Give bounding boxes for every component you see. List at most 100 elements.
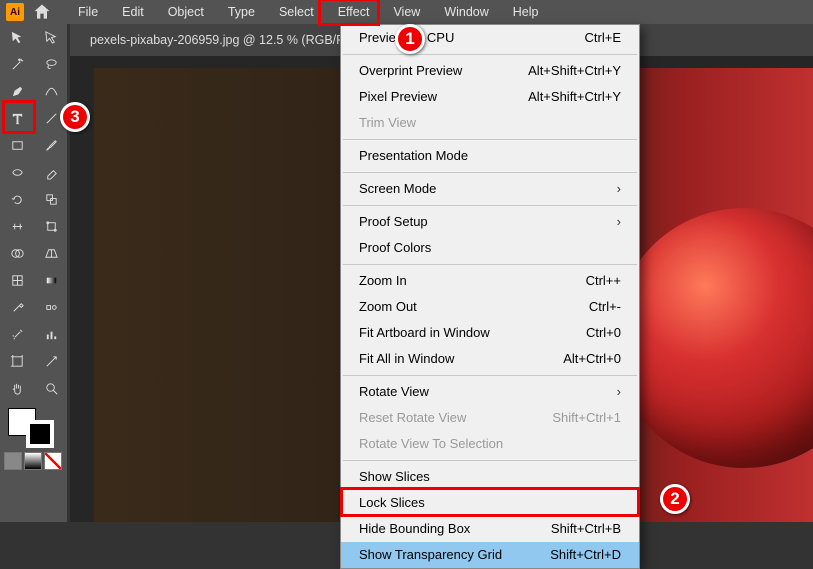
menu-item-zoom-out[interactable]: Zoom Out Ctrl+- [341,294,639,320]
menu-item-show-transparency-grid[interactable]: Show Transparency Grid Shift+Ctrl+D [341,542,639,568]
menu-item-proof-colors[interactable]: Proof Colors [341,235,639,261]
mode-color[interactable] [4,452,22,470]
annotation-box-3 [2,100,36,134]
menu-item-shortcut: Ctrl+E [585,29,621,47]
menu-separator [343,54,637,55]
menu-bar: File Edit Object Type Select Effect View… [66,0,551,24]
menu-item-reset-rotate-view: Reset Rotate View Shift+Ctrl+1 [341,405,639,431]
tool-symbol-sprayer[interactable] [0,321,34,348]
menu-item-shortcut: Ctrl+- [589,298,621,316]
tool-gradient[interactable] [34,267,68,294]
menu-select[interactable]: Select [267,1,326,23]
tool-artboard[interactable] [0,348,34,375]
menu-item-label: Show Slices [359,468,430,486]
menu-item-shortcut: Ctrl+0 [586,324,621,342]
tool-free-transform[interactable] [34,213,68,240]
menu-item-shortcut: Shift+Ctrl+B [551,520,621,538]
menu-item-label: Hide Bounding Box [359,520,470,538]
menu-item-presentation-mode[interactable]: Presentation Mode [341,143,639,169]
document-tab[interactable]: pexels-pixabay-206959.jpg @ 12.5 % (RGB/… [80,27,372,53]
tool-mesh[interactable] [0,267,34,294]
tool-paintbrush[interactable] [34,132,68,159]
tool-panel [0,24,68,522]
menu-help[interactable]: Help [501,1,551,23]
menu-item-proof-setup[interactable]: Proof Setup [341,209,639,235]
menu-item-rotate-view[interactable]: Rotate View [341,379,639,405]
menu-separator [343,139,637,140]
tool-scale[interactable] [34,186,68,213]
tool-shaper[interactable] [0,159,34,186]
menu-item-label: Fit All in Window [359,350,454,368]
tool-shape-builder[interactable] [0,240,34,267]
tool-magic-wand[interactable] [0,51,34,78]
menu-item-preview-on-cpu[interactable]: Preview on CPUCtrl+E [341,25,639,51]
tool-direct-selection[interactable] [34,24,68,51]
menu-type[interactable]: Type [216,1,267,23]
annotation-badge-2: 2 [660,484,690,514]
annotation-badge-1: 1 [395,24,425,54]
menu-item-label: Show Transparency Grid [359,546,502,564]
stroke-swatch[interactable] [26,420,54,448]
tool-eyedropper[interactable] [0,294,34,321]
apple-graphic [614,208,813,468]
menu-item-label: Overprint Preview [359,62,462,80]
tool-slice[interactable] [34,348,68,375]
menu-view[interactable]: View [381,1,432,23]
menu-edit[interactable]: Edit [110,1,156,23]
tool-eraser[interactable] [34,159,68,186]
menu-item-label: Reset Rotate View [359,409,466,427]
menu-item-shortcut: Alt+Shift+Ctrl+Y [528,62,621,80]
menu-item-label: Pixel Preview [359,88,437,106]
menu-item-fit-all-in-window[interactable]: Fit All in Window Alt+Ctrl+0 [341,346,639,372]
menu-item-fit-artboard-in-window[interactable]: Fit Artboard in WindowCtrl+0 [341,320,639,346]
menu-item-pixel-preview[interactable]: Pixel Preview Alt+Shift+Ctrl+Y [341,84,639,110]
annotation-box-1 [318,0,380,26]
menu-item-overprint-preview[interactable]: Overprint Preview Alt+Shift+Ctrl+Y [341,58,639,84]
tool-hand[interactable] [0,375,34,402]
tool-selection[interactable] [0,24,34,51]
menu-item-shortcut: Alt+Shift+Ctrl+Y [528,88,621,106]
tool-perspective[interactable] [34,240,68,267]
fill-stroke-swatch[interactable] [0,402,68,450]
mode-gradient[interactable] [24,452,42,470]
menu-item-rotate-view-to-selection: Rotate View To Selection [341,431,639,457]
title-bar: Ai File Edit Object Type Select Effect V… [0,0,813,24]
tool-zoom[interactable] [34,375,68,402]
menu-item-shortcut: Shift+Ctrl+1 [552,409,621,427]
annotation-box-2 [340,487,640,517]
app-logo: Ai [6,3,24,21]
menu-item-screen-mode[interactable]: Screen Mode [341,176,639,202]
tool-column-graph[interactable] [34,321,68,348]
menu-separator [343,172,637,173]
tool-curvature[interactable] [34,78,68,105]
tool-lasso[interactable] [34,51,68,78]
menu-item-label: Presentation Mode [359,147,468,165]
menu-window[interactable]: Window [432,1,500,23]
mode-none[interactable] [44,452,62,470]
menu-item-label: Screen Mode [359,180,436,198]
menu-item-label: Proof Colors [359,239,431,257]
menu-item-label: Zoom Out [359,298,417,316]
menu-item-zoom-in[interactable]: Zoom In Ctrl++ [341,268,639,294]
menu-item-label: Proof Setup [359,213,428,231]
menu-object[interactable]: Object [156,1,216,23]
tool-blend[interactable] [34,294,68,321]
menu-item-hide-bounding-box[interactable]: Hide Bounding Box Shift+Ctrl+B [341,516,639,542]
menu-item-shortcut: Alt+Ctrl+0 [563,350,621,368]
menu-file[interactable]: File [66,1,110,23]
menu-item-label: Trim View [359,114,416,132]
menu-separator [343,460,637,461]
menu-item-label: Zoom In [359,272,407,290]
tool-width[interactable] [0,213,34,240]
menu-item-shortcut: Shift+Ctrl+D [550,546,621,564]
draw-mode-row [0,450,68,472]
tool-rotate[interactable] [0,186,34,213]
menu-separator [343,264,637,265]
menu-item-label: Rotate View [359,383,429,401]
menu-separator [343,205,637,206]
tool-rectangle[interactable] [0,132,34,159]
annotation-badge-3: 3 [60,102,90,132]
menu-item-trim-view: Trim View [341,110,639,136]
home-icon[interactable] [32,2,52,22]
menu-item-shortcut: Ctrl++ [586,272,621,290]
